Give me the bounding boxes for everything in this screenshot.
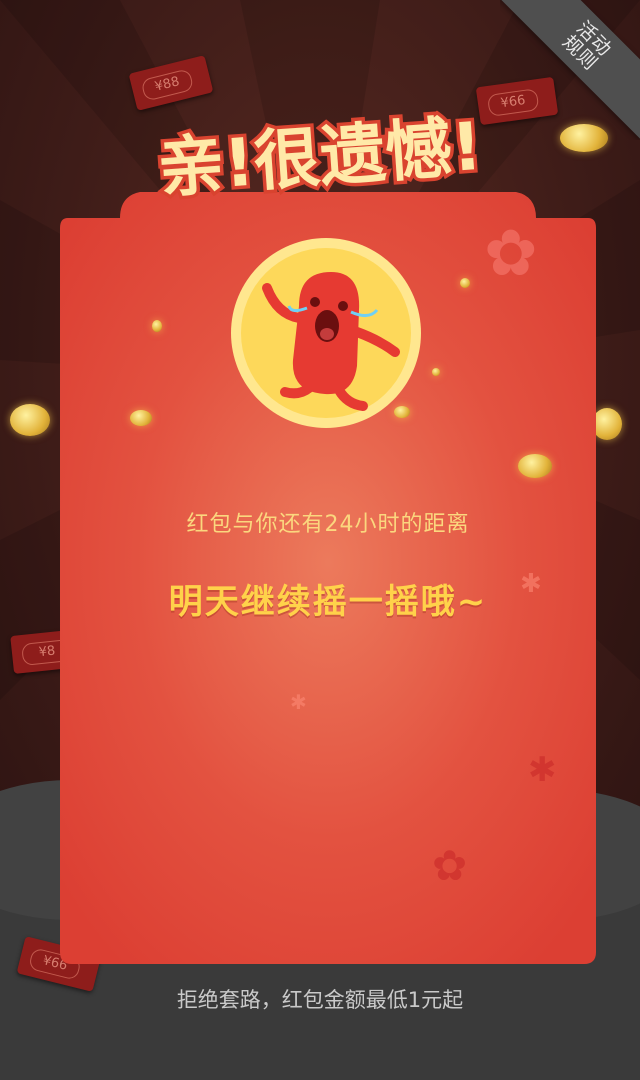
retry-tomorrow-message: 明天继续摇一摇哦~ (168, 582, 488, 622)
minimum-amount-note: 拒绝套路，红包金额最低1元起 (176, 988, 464, 1012)
crying-bean-mascot-icon (229, 236, 423, 430)
headline-banner: 亲!很遗憾! (152, 104, 488, 208)
gold-coin-icon (592, 408, 622, 440)
gold-coin-icon (152, 320, 162, 332)
countdown-subtitle: 红包与你还有24小时的距离 (186, 512, 470, 537)
gold-coin-icon (518, 454, 552, 478)
blossom-icon: ✱ (290, 690, 307, 714)
rules-ribbon[interactable]: 活动规则 (500, 0, 640, 140)
activity-rules-button[interactable]: 活动规则 (500, 0, 640, 140)
gold-coin-icon (394, 406, 410, 418)
activity-result-screen: ¥88 ¥66 ¥8 ¥66 ✿ ✱ ✱ ✱ ✿ 亲!很遗憾! 红包与你还有24… (0, 0, 640, 1080)
envelope-amount: ¥88 (140, 68, 195, 102)
gold-coin-icon (10, 404, 50, 436)
gold-coin-icon (432, 368, 440, 376)
gold-coin-icon (130, 410, 152, 426)
headline-text: 亲!很遗憾! (156, 108, 485, 207)
blossom-icon: ✿ (484, 217, 538, 291)
blossom-icon: ✱ (528, 750, 557, 790)
gold-coin-icon (460, 278, 470, 288)
rules-label[interactable]: 活动规则 (557, 16, 616, 75)
blossom-icon: ✿ (432, 841, 468, 890)
